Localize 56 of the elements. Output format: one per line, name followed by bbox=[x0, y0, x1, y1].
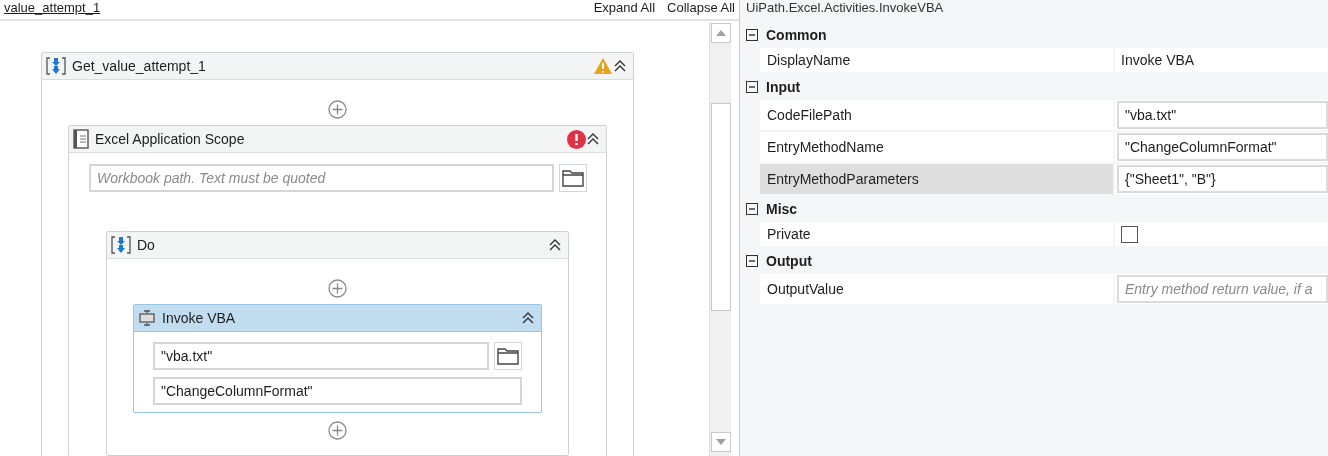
add-activity-icon[interactable] bbox=[328, 100, 347, 119]
collapse-all-button[interactable]: Collapse All bbox=[667, 0, 735, 15]
category-title: Common bbox=[766, 27, 827, 43]
activity-header[interactable]: Excel Application Scope bbox=[69, 126, 606, 153]
checkbox[interactable] bbox=[1121, 225, 1138, 243]
breadcrumb-link[interactable]: value_attempt_1 bbox=[4, 0, 101, 15]
property-name[interactable]: CodeFilePath bbox=[760, 100, 1113, 130]
property-name[interactable]: OutputValue bbox=[760, 274, 1113, 304]
activity-card[interactable]: Do Invoke VBA "vba.txt" "ChangeColumnFormat" bbox=[106, 231, 569, 456]
category-title: Misc bbox=[766, 201, 798, 217]
collapse-icon[interactable] bbox=[613, 59, 627, 73]
activity-card[interactable]: Get_value_attempt_1 Excel Application Scope Workbook path. Text must be quoted Do Invoke VBA "vba.txt" "ChangeColumnFormat" bbox=[41, 52, 634, 456]
activity-header[interactable]: Invoke VBA bbox=[134, 305, 541, 332]
add-activity-icon[interactable] bbox=[328, 279, 347, 298]
collapse-icon[interactable] bbox=[521, 311, 535, 325]
activity-type-title: UiPath.Excel.Activities.InvokeVBA bbox=[745, 0, 945, 17]
scrollbar-thumb[interactable] bbox=[710, 103, 731, 311]
sequence-icon bbox=[46, 56, 66, 76]
collapse-toggle-icon[interactable] bbox=[746, 81, 758, 93]
category-title: Output bbox=[766, 253, 812, 269]
property-name[interactable]: DisplayName bbox=[760, 48, 1113, 72]
argument-field[interactable]: "vba.txt" bbox=[153, 342, 489, 370]
property-name[interactable]: EntryMethodName bbox=[760, 132, 1113, 162]
expand-all-button[interactable]: Expand All bbox=[593, 0, 656, 15]
collapse-toggle-icon[interactable] bbox=[746, 203, 758, 215]
sequence-icon bbox=[111, 235, 131, 255]
activity-card[interactable]: Invoke VBA "vba.txt" "ChangeColumnFormat" bbox=[133, 304, 542, 413]
scroll-up-icon[interactable] bbox=[715, 30, 726, 36]
activity-title: Invoke VBA bbox=[162, 310, 237, 326]
category-title: Input bbox=[766, 79, 801, 95]
property-input[interactable]: Entry method return value, if a bbox=[1117, 275, 1328, 303]
invoke-icon bbox=[138, 309, 156, 327]
activity-card[interactable]: Excel Application Scope Workbook path. Text must be quoted Do Invoke VBA "vba.txt" "ChangeColumnFormat" bbox=[68, 125, 607, 456]
activity-title: Excel Application Scope bbox=[95, 131, 246, 147]
argument-field[interactable]: "ChangeColumnFormat" bbox=[153, 377, 522, 405]
property-input[interactable]: "ChangeColumnFormat" bbox=[1117, 133, 1328, 161]
property-input[interactable]: {"Sheet1", "B"} bbox=[1117, 165, 1328, 193]
activity-title: Do bbox=[137, 237, 156, 253]
scroll-down-icon[interactable] bbox=[715, 439, 726, 445]
scrollbar[interactable] bbox=[709, 23, 731, 456]
collapse-icon[interactable] bbox=[548, 238, 562, 252]
collapse-toggle-icon[interactable] bbox=[746, 255, 758, 267]
collapse-icon[interactable] bbox=[586, 132, 600, 146]
activity-header[interactable]: Do bbox=[107, 232, 568, 259]
collapse-toggle-icon[interactable] bbox=[746, 29, 758, 41]
browse-button[interactable] bbox=[559, 164, 587, 192]
property-name[interactable]: Private bbox=[760, 222, 1113, 246]
property-value: Invoke VBA bbox=[1121, 52, 1195, 68]
property-input[interactable]: "vba.txt" bbox=[1117, 101, 1328, 129]
activity-header[interactable]: Get_value_attempt_1 bbox=[42, 53, 633, 80]
property-name[interactable]: EntryMethodParameters bbox=[760, 164, 1113, 194]
document-icon bbox=[73, 129, 89, 149]
workbook-path-field[interactable]: Workbook path. Text must be quoted bbox=[89, 164, 554, 192]
activity-title: Get_value_attempt_1 bbox=[72, 58, 207, 74]
add-activity-icon[interactable] bbox=[328, 421, 347, 440]
browse-button[interactable] bbox=[494, 342, 522, 370]
